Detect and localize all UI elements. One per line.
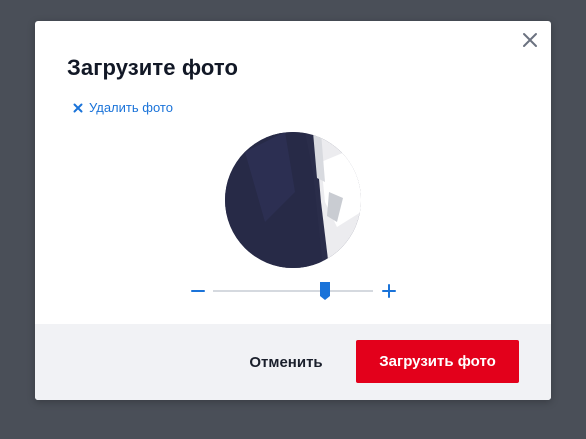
plus-icon <box>382 284 396 298</box>
upload-photo-button[interactable]: Загрузить фото <box>356 340 519 383</box>
minus-icon <box>191 290 205 292</box>
slider-thumb-icon <box>320 282 330 300</box>
zoom-slider-track[interactable] <box>213 282 373 300</box>
zoom-slider-thumb[interactable] <box>319 281 331 301</box>
zoom-out-button[interactable] <box>189 282 207 300</box>
dialog-title: Загрузите фото <box>67 55 239 80</box>
close-icon <box>523 33 537 47</box>
cancel-button[interactable]: Отменить <box>231 344 341 380</box>
photo-preview[interactable] <box>225 132 361 268</box>
delete-photo-label: Удалить фото <box>89 100 173 115</box>
photo-preview-image <box>225 132 361 268</box>
delete-photo-link[interactable]: Удалить фото <box>73 100 173 115</box>
zoom-control <box>185 279 405 303</box>
zoom-in-button[interactable] <box>380 282 398 300</box>
upload-photo-dialog: Загрузите фото Удалить фото Отменить Заг… <box>35 21 551 400</box>
close-icon <box>73 103 83 112</box>
close-button[interactable] <box>521 31 539 49</box>
dialog-footer: Отменить Загрузить фото <box>35 324 551 400</box>
